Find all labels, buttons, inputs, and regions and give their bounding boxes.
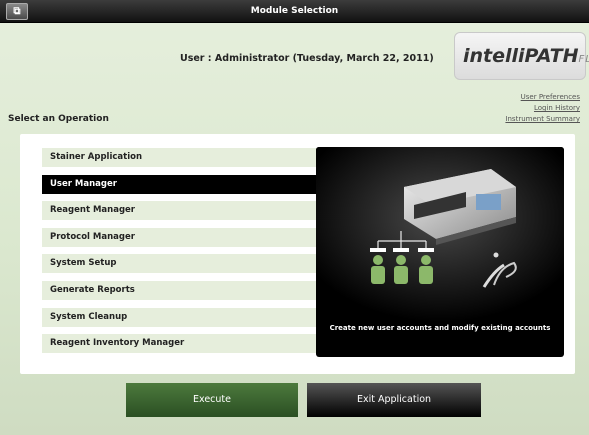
op-reagent-manager[interactable]: Reagent Manager: [42, 201, 318, 221]
op-stainer-application[interactable]: Stainer Application: [42, 148, 318, 167]
quick-links: User Preferences Login History Instrumen…: [505, 92, 580, 125]
user-info-text: User : Administrator (Tuesday, March 22,…: [180, 53, 434, 64]
user-manager-illustration: [316, 147, 564, 322]
window-title: Module Selection: [250, 6, 339, 16]
operation-preview: Create new user accounts and modify exis…: [316, 147, 564, 357]
module-selection-window: ⧉ Module Selection User : Administrator …: [0, 0, 589, 435]
op-user-manager[interactable]: User Manager: [42, 174, 318, 194]
preview-caption: Create new user accounts and modify exis…: [329, 324, 551, 332]
op-protocol-manager[interactable]: Protocol Manager: [42, 227, 318, 247]
user-preferences-link[interactable]: User Preferences: [505, 92, 580, 103]
op-generate-reports[interactable]: Generate Reports: [42, 280, 318, 300]
logo-brand: intelliPATHFLX: [463, 45, 589, 67]
op-system-cleanup[interactable]: System Cleanup: [42, 307, 318, 327]
title-bar: ⧉ Module Selection: [0, 0, 589, 23]
login-history-link[interactable]: Login History: [505, 103, 580, 114]
op-system-setup[interactable]: System Setup: [42, 254, 318, 274]
execute-button[interactable]: Execute: [126, 383, 298, 417]
op-reagent-inventory-manager[interactable]: Reagent Inventory Manager: [42, 334, 318, 354]
operations-list: Stainer Application User Manager Reagent…: [42, 148, 318, 361]
exit-application-button[interactable]: Exit Application: [307, 383, 481, 417]
instrument-summary-link[interactable]: Instrument Summary: [505, 114, 580, 125]
intellipath-logo: intelliPATHFLX: [454, 32, 589, 80]
section-label: Select an Operation: [8, 114, 109, 124]
